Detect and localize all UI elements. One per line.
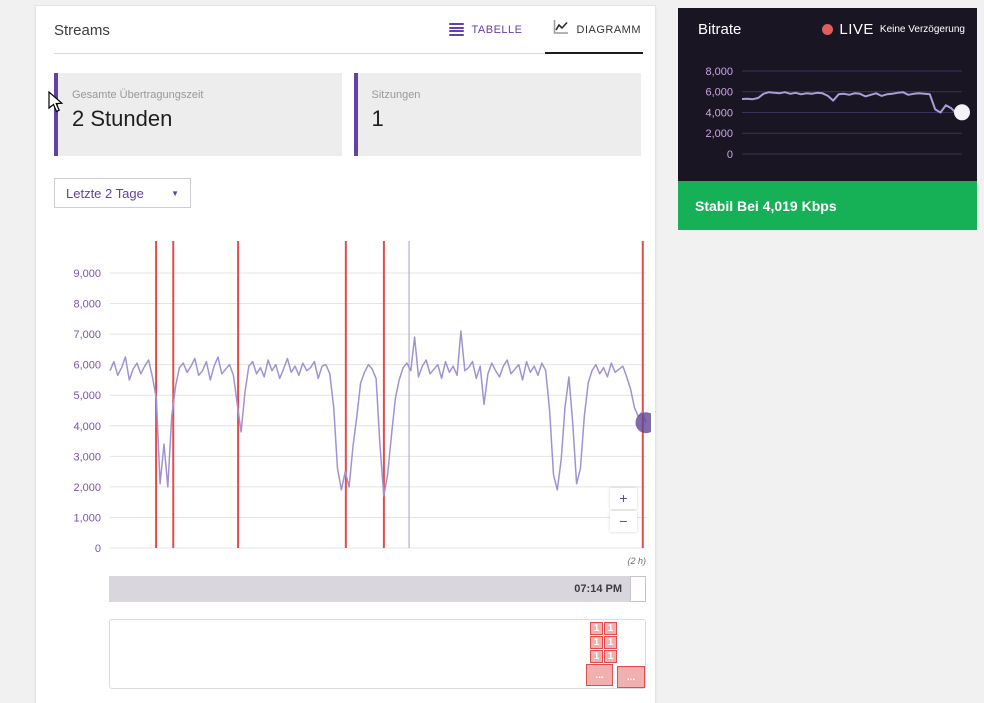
mini-bitrate-chart: 0 2,000 4,000 6,000 8,000: [705, 66, 970, 161]
disconnect-marker-group[interactable]: ...: [586, 664, 613, 686]
svg-text:0: 0: [95, 543, 101, 555]
bitrate-live-panel: Bitrate LIVE Keine Verzögerung 0 2,000 4,0…: [678, 8, 977, 230]
disconnect-marker[interactable]: 1: [590, 650, 603, 663]
main-chart-area: 0 1,000 2,000 3,000 4,000 5,000 6,000 7,000 8,00…: [47, 241, 657, 563]
stats-row: Gesamte Übertragungszeit 2 Stunden Sitzu…: [54, 73, 641, 156]
live-indicator-dot: [822, 24, 834, 35]
svg-text:4,000: 4,000: [705, 107, 733, 119]
delay-label: Keine Verzögerung: [879, 24, 965, 35]
live-label: LIVE: [839, 21, 874, 38]
chevron-down-icon: ▼: [171, 188, 179, 198]
bitrate-monitor: Bitrate LIVE Keine Verzögerung 0 2,000 4,0…: [678, 8, 977, 181]
chart-zoom-controls: + −: [610, 488, 637, 534]
svg-text:9,000: 9,000: [73, 268, 101, 280]
svg-text:2,000: 2,000: [705, 128, 733, 140]
svg-text:3,000: 3,000: [73, 451, 101, 463]
bitrate-status-text: Stabil Bei 4,019 Kbps: [695, 197, 837, 214]
dashboard-page: { "header": { "title": "Streams", "tabs"…: [0, 0, 984, 703]
svg-text:6,000: 6,000: [73, 360, 101, 372]
svg-text:5,000: 5,000: [73, 390, 101, 402]
disconnect-marker[interactable]: 1: [604, 650, 617, 663]
tab-tabelle[interactable]: TABELLE: [448, 6, 523, 53]
stat-card-sessions: Sitzungen 1: [353, 73, 641, 156]
svg-text:6,000: 6,000: [705, 87, 733, 99]
main-bitrate-chart[interactable]: 0 1,000 2,000 3,000 4,000 5,000 6,000 7,000 8,00…: [47, 241, 657, 563]
date-range-select[interactable]: Letzte 2 Tage ▼: [54, 178, 191, 208]
stat-label: Sitzungen: [371, 89, 421, 101]
bitrate-monitor-header: Bitrate LIVE Keine Verzögerung: [678, 8, 977, 38]
timeline-scrubber[interactable]: 07:14 PM: [109, 576, 646, 602]
disconnect-marker[interactable]: 1: [590, 622, 603, 635]
disconnect-marker[interactable]: 1: [590, 636, 603, 649]
disconnect-marker-group[interactable]: ...: [617, 666, 645, 688]
stat-value: 2 Stunden: [72, 106, 173, 131]
bitrate-status-bar: Stabil Bei 4,019 Kbps: [678, 181, 977, 230]
date-range-value: Letzte 2 Tage: [66, 185, 144, 201]
tab-label: DIAGRAMM: [576, 23, 641, 36]
svg-text:1,000: 1,000: [73, 512, 101, 524]
tab-diagramm[interactable]: DIAGRAMM: [544, 6, 643, 54]
zoom-in-button[interactable]: +: [610, 488, 637, 509]
streams-panel: Streams TABELLE DIAGRAMM Gesamte Übertra…: [35, 5, 657, 703]
svg-text:4,000: 4,000: [73, 421, 101, 433]
stat-card-broadcast-time: Gesamte Übertragungszeit 2 Stunden: [54, 73, 342, 156]
svg-text:8,000: 8,000: [73, 299, 101, 311]
svg-text:8,000: 8,000: [705, 66, 733, 78]
disconnect-marker[interactable]: 1: [604, 622, 617, 635]
timeline-minimap[interactable]: 1 1 1 1 1 1 ... ...: [109, 619, 646, 689]
svg-text:0: 0: [727, 149, 733, 161]
svg-text:2,000: 2,000: [73, 482, 101, 494]
bitrate-title: Bitrate: [698, 21, 742, 38]
list-icon: [448, 23, 464, 36]
stat-label: Gesamte Übertragungszeit: [72, 89, 204, 101]
zoom-out-button[interactable]: −: [610, 511, 637, 532]
duration-note: (2 h): [627, 556, 646, 566]
disconnect-marker[interactable]: 1: [604, 636, 617, 649]
scrubber-handle[interactable]: [630, 576, 646, 602]
stat-value: 1: [371, 106, 384, 131]
line-chart-icon: [553, 20, 569, 39]
svg-text:7,000: 7,000: [73, 329, 101, 341]
streams-header: Streams TABELLE DIAGRAMM: [54, 6, 643, 54]
view-tabs: TABELLE DIAGRAMM: [448, 6, 643, 54]
scrubber-time: 07:14 PM: [574, 583, 622, 595]
tab-label: TABELLE: [471, 23, 523, 36]
